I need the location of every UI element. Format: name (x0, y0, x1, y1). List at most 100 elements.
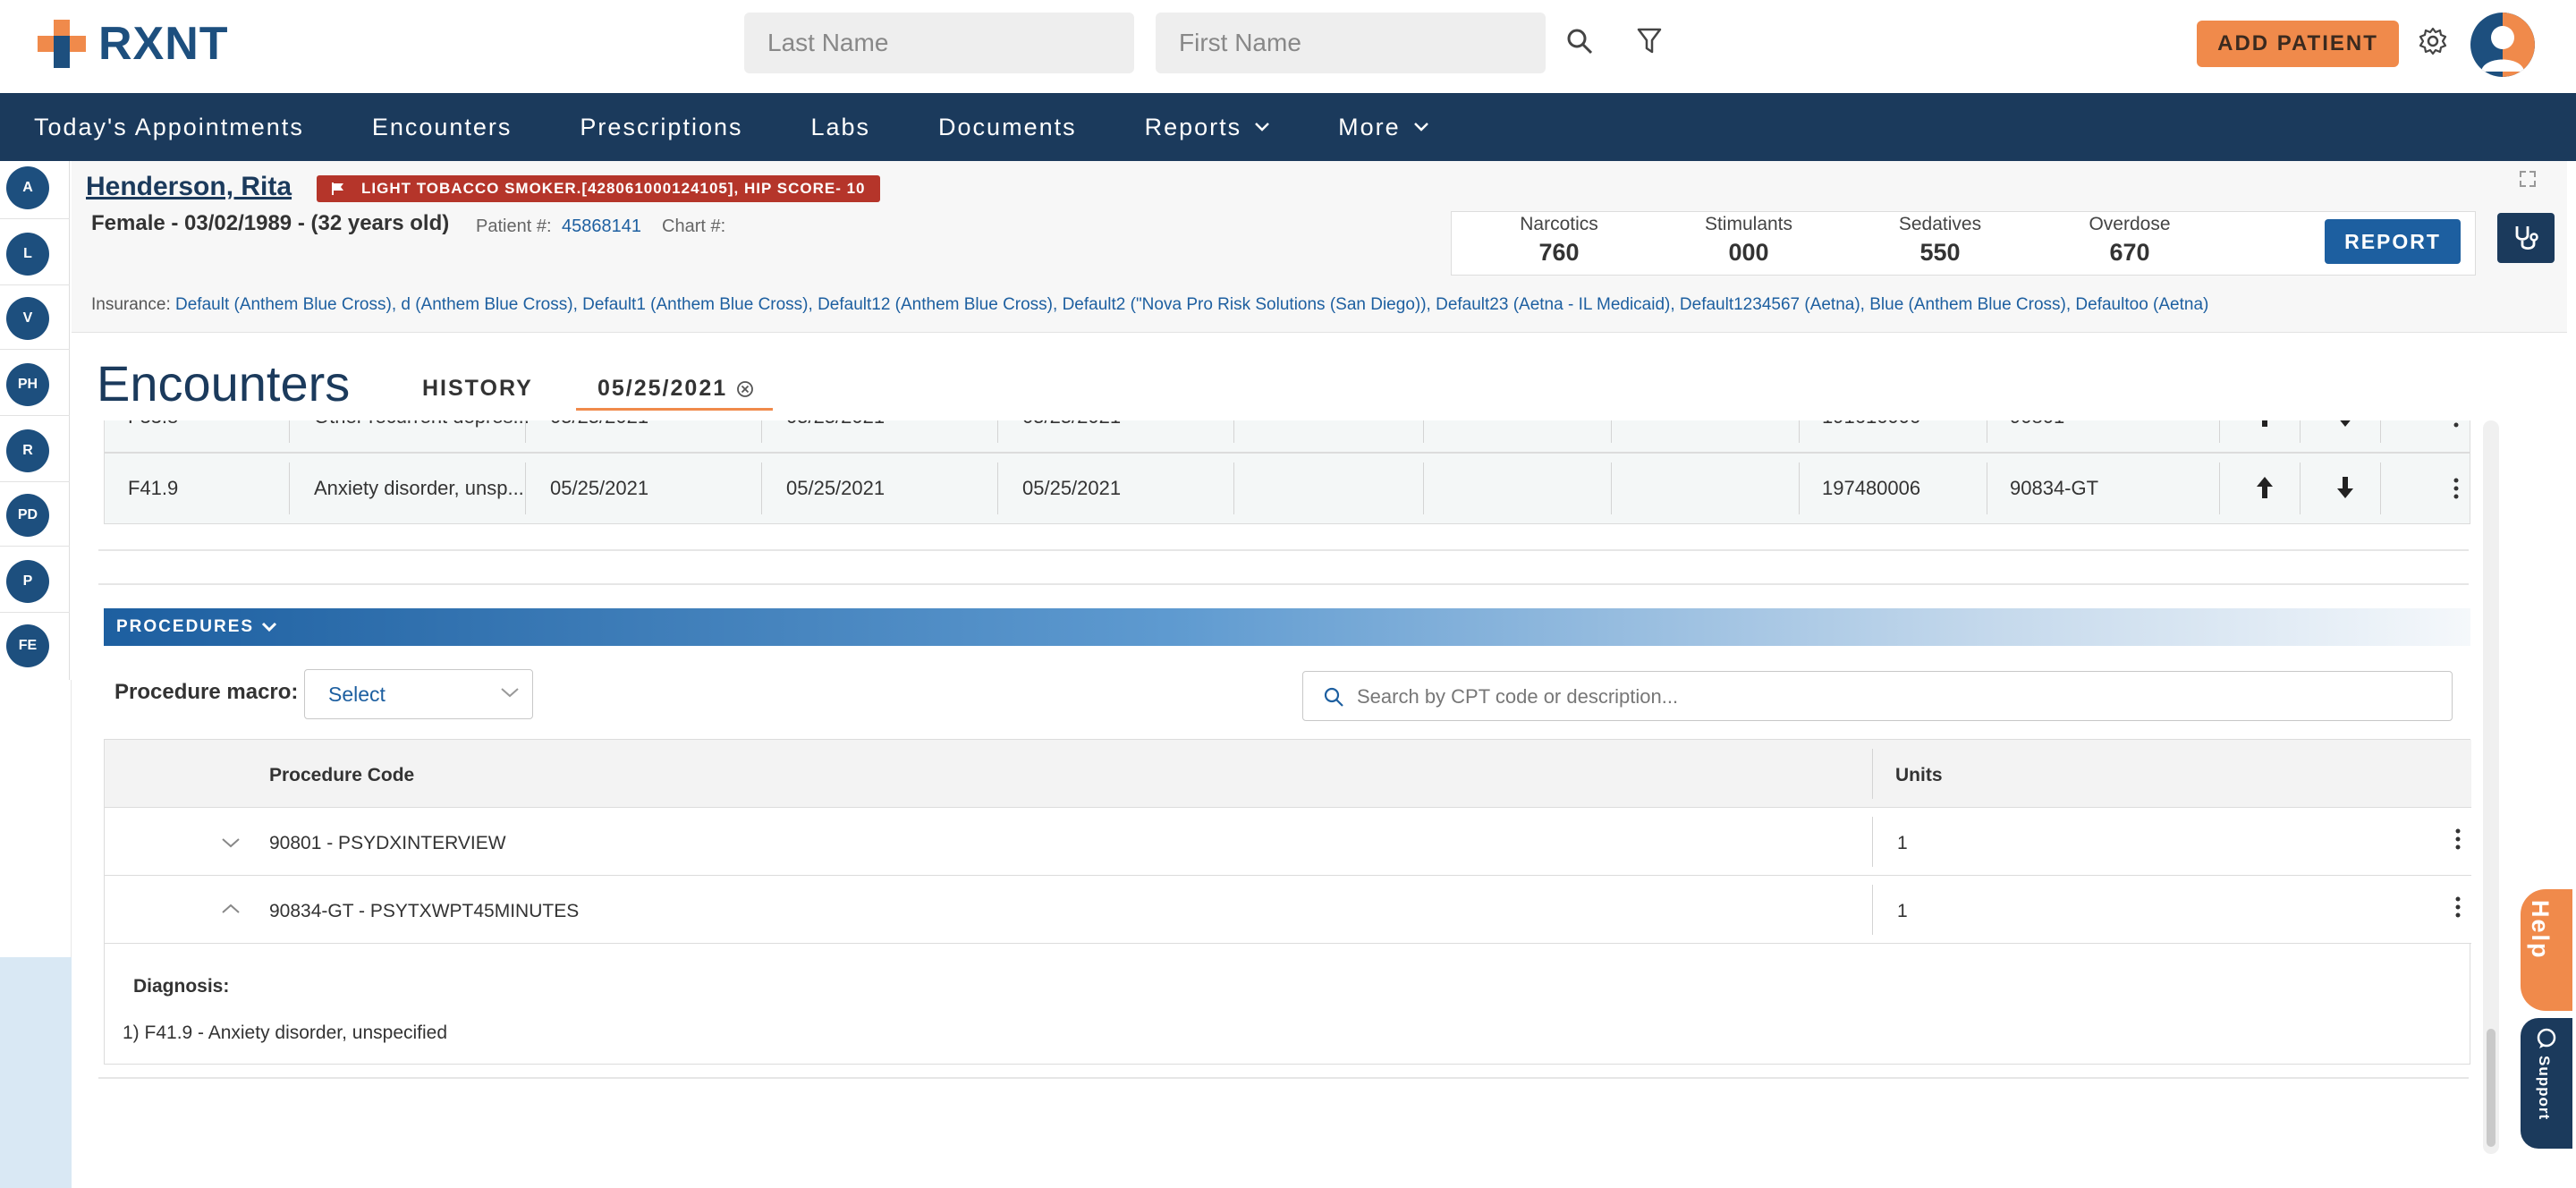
divider (0, 349, 70, 350)
arrow-up-icon[interactable] (2255, 420, 2275, 429)
nav-todays-appointments[interactable]: Today's Appointments (34, 114, 304, 141)
nav-label: Today's Appointments (34, 113, 304, 140)
last-name-input[interactable] (744, 13, 1134, 73)
rail-btn-ph[interactable]: PH (6, 363, 49, 406)
left-rail: A L V PH R PD P FE (0, 161, 70, 680)
table-row[interactable]: F33.8 Other recurrent depres... 05/25/20… (104, 420, 2470, 453)
nav-reports[interactable]: Reports (1145, 114, 1271, 141)
cpt-search-input[interactable] (1357, 683, 2430, 711)
filter-icon[interactable] (1630, 21, 1669, 61)
logo-text: RXNT (98, 18, 229, 70)
more-vertical-icon[interactable] (2455, 827, 2461, 851)
gear-icon[interactable] (2413, 21, 2453, 61)
search-icon (1324, 687, 1343, 707)
arrow-down-icon[interactable] (2335, 420, 2355, 429)
divider (98, 1077, 2469, 1079)
logo-mark-icon (34, 16, 89, 72)
nav-documents[interactable]: Documents (938, 114, 1077, 141)
table-row[interactable]: 90834-GT - PSYTXWPT45MINUTES 1 (105, 876, 2471, 944)
page-title: Encounters (97, 355, 351, 412)
col-units[interactable]: Units (1895, 765, 1943, 786)
rail-btn-p[interactable]: P (6, 560, 49, 603)
first-name-input[interactable] (1156, 13, 1546, 73)
more-vertical-icon[interactable] (2453, 420, 2459, 429)
help-tab[interactable]: Help (2521, 889, 2572, 1011)
more-vertical-icon[interactable] (2453, 477, 2459, 500)
procedure-units[interactable]: 1 (1897, 833, 1908, 854)
divider (2300, 462, 2301, 514)
procedure-table: Procedure Code Units 90801 - PSYDXINTERV… (104, 739, 2471, 1065)
divider (1872, 817, 1873, 867)
cpt-search-field[interactable] (1302, 671, 2453, 721)
content-scrollbar[interactable] (2483, 420, 2499, 1154)
divider (98, 583, 2469, 585)
select-value: Select (328, 682, 386, 706)
nav-label: Documents (938, 113, 1077, 140)
rail-btn-a[interactable]: A (6, 166, 49, 209)
divider (0, 612, 70, 613)
dx-snomed: 197480006 (1822, 477, 1921, 499)
rail-btn-pd[interactable]: PD (6, 494, 49, 537)
nav-labs[interactable]: Labs (810, 114, 870, 141)
nav-label: Prescriptions (580, 113, 743, 140)
stethoscope-button[interactable] (2497, 213, 2555, 263)
rail-btn-l[interactable]: L (6, 233, 49, 276)
table-row[interactable]: 90801 - PSYDXINTERVIEW 1 (105, 808, 2471, 876)
divider (1872, 749, 1873, 799)
divider (289, 462, 290, 514)
rail-btn-v[interactable]: V (6, 297, 49, 340)
support-label: Support (2536, 1056, 2553, 1121)
tab-history[interactable]: HISTORY (422, 376, 533, 402)
patient-num-link[interactable]: 45868141 (562, 216, 641, 237)
divider (1233, 462, 1234, 514)
expand-icon[interactable] (2519, 170, 2537, 188)
procedure-code: 90834-GT - PSYTXWPT45MINUTES (269, 901, 580, 921)
divider (0, 415, 70, 416)
procedure-units[interactable]: 1 (1897, 901, 1908, 922)
rail-btn-r[interactable]: R (6, 429, 49, 472)
dx-date: 05/25/2021 (1022, 477, 1122, 499)
divider (761, 462, 762, 514)
rail-btn-fe[interactable]: FE (6, 624, 49, 667)
close-circle-icon[interactable] (736, 380, 754, 398)
arrow-up-icon[interactable] (2255, 475, 2275, 500)
divider (0, 546, 70, 547)
chevron-down-icon[interactable] (221, 836, 241, 849)
score-label: Stimulants (1704, 214, 1793, 234)
report-button[interactable]: REPORT (2325, 219, 2461, 264)
divider (1423, 462, 1424, 514)
main-nav: Today's Appointments Encounters Prescrip… (0, 93, 2576, 161)
col-procedure-code[interactable]: Procedure Code (269, 765, 414, 786)
nav-more[interactable]: More (1338, 114, 1429, 141)
support-tab[interactable]: Support (2521, 1018, 2572, 1149)
sedatives-score: Sedatives 550 (1851, 214, 2029, 267)
table-row[interactable]: F41.9 Anxiety disorder, unsp... 05/25/20… (104, 453, 2470, 524)
scrollbar-thumb[interactable] (2487, 1029, 2496, 1147)
search-icon[interactable] (1560, 21, 1599, 61)
dx-date: 05/25/2021 (786, 477, 886, 499)
chevron-up-icon[interactable] (221, 903, 241, 915)
user-avatar[interactable] (2470, 13, 2535, 77)
divider (761, 420, 762, 443)
procedure-macro-select[interactable]: Select (304, 669, 533, 719)
tab-encounter-date[interactable]: 05/25/2021 (597, 376, 754, 402)
chevron-down-icon (501, 688, 519, 698)
more-vertical-icon[interactable] (2455, 895, 2461, 919)
arrow-down-icon[interactable] (2335, 475, 2355, 500)
score-value: 670 (2109, 239, 2150, 266)
score-label: Narcotics (1520, 214, 1598, 234)
score-label: Overdose (2089, 214, 2171, 234)
nav-encounters[interactable]: Encounters (372, 114, 513, 141)
add-patient-button[interactable]: ADD PATIENT (2197, 21, 2399, 67)
insurance-list[interactable]: Default (Anthem Blue Cross), d (Anthem B… (175, 295, 2208, 314)
chevron-down-icon (1413, 123, 1428, 132)
rxnt-logo[interactable]: RXNT (34, 16, 229, 72)
nav-label: More (1338, 113, 1401, 140)
patient-alert-badge[interactable]: LIGHT TOBACCO SMOKER.[428061000124105], … (317, 175, 880, 202)
patient-name-link[interactable]: Henderson, Rita (86, 172, 292, 202)
nav-prescriptions[interactable]: Prescriptions (580, 114, 742, 141)
procedure-diagnosis-detail: Diagnosis: 1) F41.9 - Anxiety disorder, … (105, 944, 2471, 1065)
procedures-section-header[interactable]: PROCEDURES (104, 608, 2470, 646)
nav-label: Encounters (371, 113, 513, 140)
divider (98, 549, 2469, 551)
